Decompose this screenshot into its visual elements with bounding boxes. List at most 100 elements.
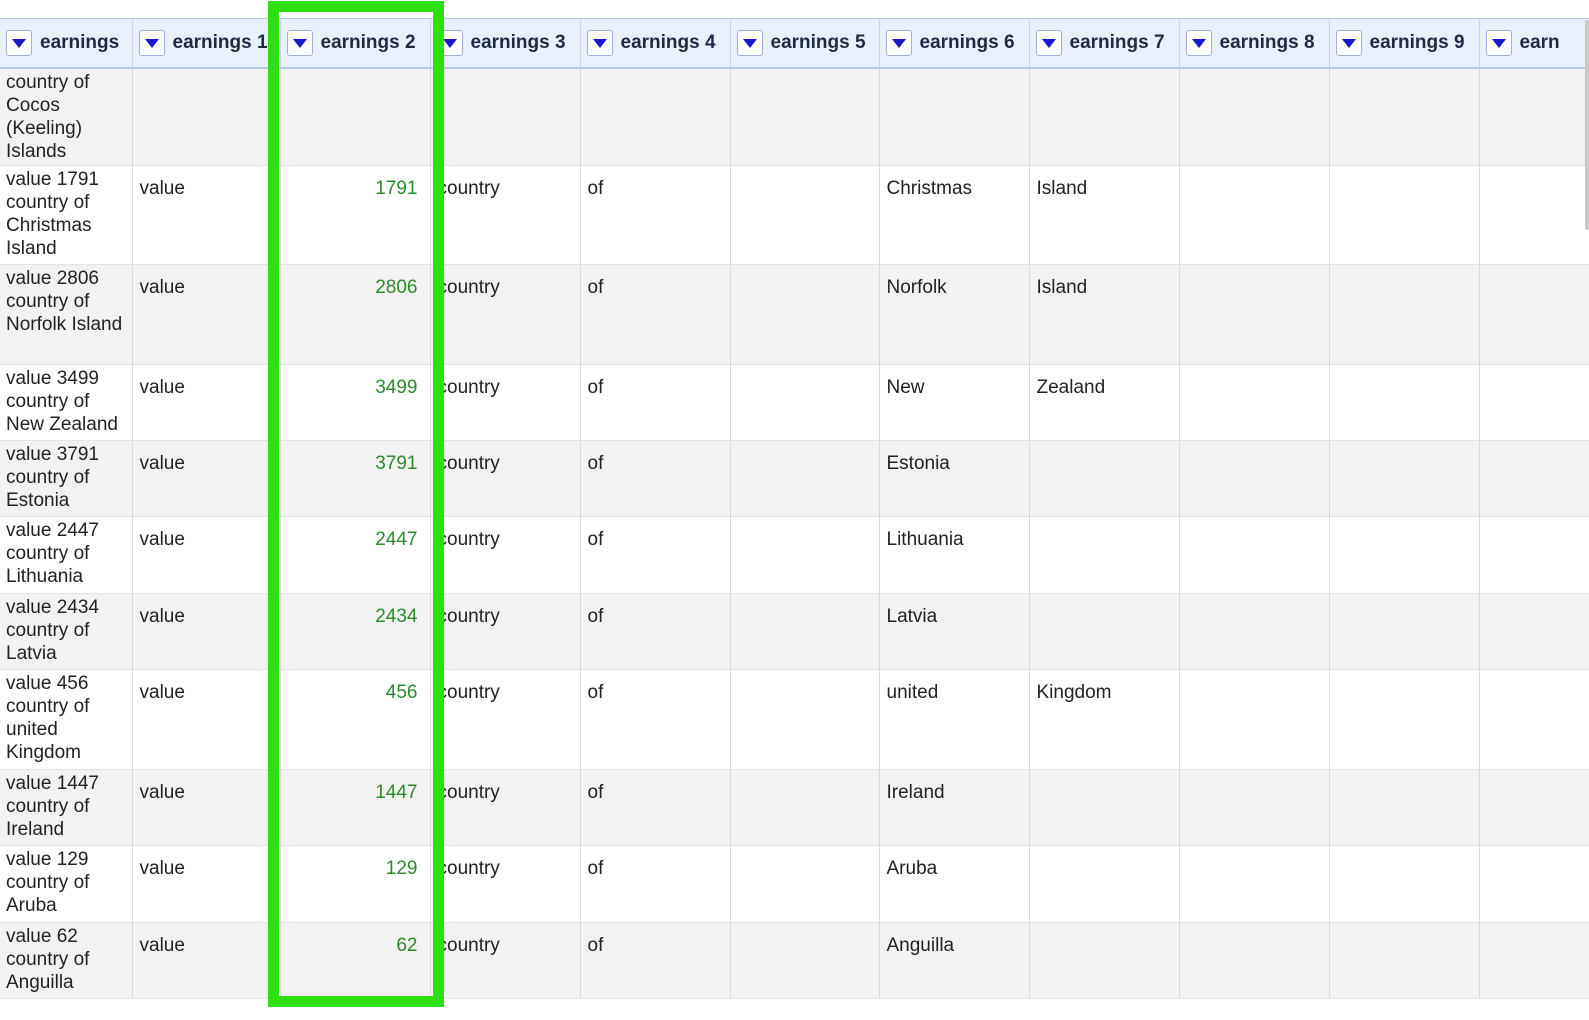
table-cell[interactable]: value: [132, 165, 281, 265]
table-cell[interactable]: [1329, 516, 1480, 594]
table-cell[interactable]: of: [580, 769, 731, 846]
table-cell[interactable]: of: [580, 593, 731, 670]
table-cell[interactable]: of: [580, 845, 731, 923]
table-cell[interactable]: 3791: [280, 440, 431, 517]
table-cell[interactable]: [730, 264, 880, 365]
table-cell[interactable]: value 2806 country of Norfolk Island: [0, 264, 133, 365]
table-cell[interactable]: [1479, 845, 1589, 923]
table-cell[interactable]: country: [430, 845, 581, 923]
table-cell[interactable]: [1479, 264, 1589, 365]
table-cell[interactable]: country: [430, 264, 581, 365]
table-cell[interactable]: of: [580, 264, 731, 365]
table-cell[interactable]: [730, 769, 880, 846]
table-cell[interactable]: [1479, 440, 1589, 517]
table-cell[interactable]: Island: [1029, 165, 1180, 265]
column-menu-dropdown-icon[interactable]: [1335, 30, 1362, 56]
table-cell[interactable]: [1329, 922, 1480, 999]
table-cell[interactable]: 456: [280, 669, 431, 770]
column-header-2[interactable]: earnings 2: [280, 18, 431, 69]
table-cell[interactable]: [1329, 669, 1480, 770]
table-cell[interactable]: value 456 country of united Kingdom: [0, 669, 133, 770]
table-cell[interactable]: united: [879, 669, 1030, 770]
column-menu-dropdown-icon[interactable]: [138, 30, 165, 56]
column-menu-dropdown-icon[interactable]: [6, 30, 32, 56]
table-cell[interactable]: of: [580, 922, 731, 999]
table-cell[interactable]: country: [430, 165, 581, 265]
table-cell[interactable]: Lithuania: [879, 516, 1030, 594]
table-cell[interactable]: of: [580, 165, 731, 265]
column-menu-dropdown-icon[interactable]: [286, 30, 313, 56]
table-cell[interactable]: [1029, 440, 1180, 517]
table-cell[interactable]: [1329, 264, 1480, 365]
table-cell[interactable]: value: [132, 769, 281, 846]
table-cell[interactable]: value: [132, 669, 281, 770]
table-cell[interactable]: [730, 669, 880, 770]
table-cell[interactable]: of: [580, 364, 731, 441]
table-cell[interactable]: [1479, 922, 1589, 999]
table-cell[interactable]: [1479, 68, 1589, 166]
table-cell[interactable]: of: [580, 516, 731, 594]
table-cell[interactable]: [1029, 845, 1180, 923]
table-cell[interactable]: 2447: [280, 516, 431, 594]
table-cell[interactable]: [1179, 669, 1330, 770]
table-cell[interactable]: value: [132, 845, 281, 923]
table-cell[interactable]: Ireland: [879, 769, 1030, 846]
column-header-0[interactable]: earnings: [0, 18, 133, 69]
column-menu-dropdown-icon[interactable]: [1035, 30, 1062, 56]
table-cell[interactable]: [730, 516, 880, 594]
table-cell[interactable]: Norfolk: [879, 264, 1030, 365]
table-cell[interactable]: [1479, 593, 1589, 670]
table-cell[interactable]: value 3791 country of Estonia: [0, 440, 133, 517]
table-cell[interactable]: [730, 845, 880, 923]
table-cell[interactable]: value: [132, 364, 281, 441]
table-cell[interactable]: value 1447 country of Ireland: [0, 769, 133, 846]
table-cell[interactable]: value 62 country of Anguilla: [0, 922, 133, 999]
table-cell[interactable]: value: [132, 593, 281, 670]
table-cell[interactable]: [580, 68, 731, 166]
table-cell[interactable]: Christmas: [879, 165, 1030, 265]
table-cell[interactable]: [1479, 769, 1589, 846]
table-cell[interactable]: [132, 68, 281, 166]
table-cell[interactable]: [1329, 593, 1480, 670]
table-cell[interactable]: value 2447 country of Lithuania: [0, 516, 133, 594]
table-cell[interactable]: 129: [280, 845, 431, 923]
table-cell[interactable]: [1179, 364, 1330, 441]
column-header-8[interactable]: earnings 8: [1179, 18, 1330, 69]
table-cell[interactable]: of: [580, 440, 731, 517]
table-cell[interactable]: country: [430, 440, 581, 517]
table-cell[interactable]: value: [132, 440, 281, 517]
table-cell[interactable]: value: [132, 516, 281, 594]
table-cell[interactable]: [1479, 364, 1589, 441]
table-cell[interactable]: [1029, 922, 1180, 999]
column-header-10[interactable]: earn: [1479, 18, 1589, 69]
column-header-3[interactable]: earnings 3: [430, 18, 581, 69]
table-cell[interactable]: Kingdom: [1029, 669, 1180, 770]
table-cell[interactable]: [1179, 845, 1330, 923]
column-header-6[interactable]: earnings 6: [879, 18, 1030, 69]
table-cell[interactable]: Island: [1029, 264, 1180, 365]
table-cell[interactable]: [1179, 264, 1330, 365]
table-cell[interactable]: [1179, 440, 1330, 517]
table-cell[interactable]: New: [879, 364, 1030, 441]
column-header-7[interactable]: earnings 7: [1029, 18, 1180, 69]
table-cell[interactable]: [730, 165, 880, 265]
column-menu-dropdown-icon[interactable]: [736, 30, 763, 56]
table-cell[interactable]: [1029, 516, 1180, 594]
table-cell[interactable]: 62: [280, 922, 431, 999]
table-cell[interactable]: [1479, 516, 1589, 594]
table-cell[interactable]: [1179, 516, 1330, 594]
table-cell[interactable]: [1029, 68, 1180, 166]
table-cell[interactable]: [1329, 769, 1480, 846]
table-cell[interactable]: [730, 593, 880, 670]
table-cell[interactable]: country of Cocos (Keeling) Islands: [0, 68, 133, 166]
table-cell[interactable]: country: [430, 593, 581, 670]
table-cell[interactable]: value: [132, 922, 281, 999]
table-cell[interactable]: value: [132, 264, 281, 365]
table-cell[interactable]: country: [430, 364, 581, 441]
column-menu-dropdown-icon[interactable]: [586, 30, 613, 56]
table-cell[interactable]: Latvia: [879, 593, 1030, 670]
table-cell[interactable]: [1179, 165, 1330, 265]
table-cell[interactable]: [1329, 68, 1480, 166]
table-cell[interactable]: of: [580, 669, 731, 770]
column-menu-dropdown-icon[interactable]: [1185, 30, 1212, 56]
